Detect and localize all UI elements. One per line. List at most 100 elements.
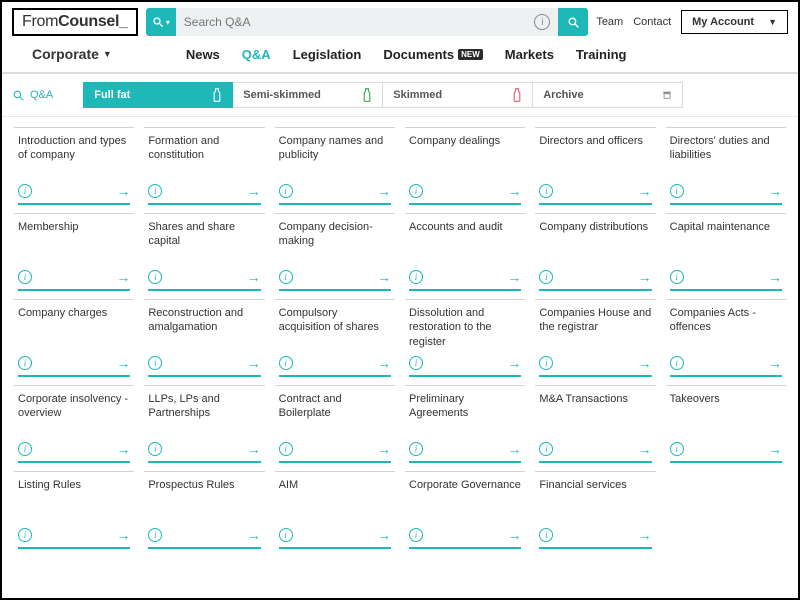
breadcrumb[interactable]: Q&A [12,89,53,102]
info-icon[interactable]: i [279,184,293,198]
card-underline [279,461,391,463]
info-icon[interactable]: i [279,270,293,284]
info-icon[interactable]: i [279,356,293,370]
topic-card[interactable]: Compulsory acquisition of sharesi → [275,299,395,377]
card-underline [670,375,782,377]
topic-card[interactable]: Company dealingsi→ [405,127,525,205]
topic-card[interactable]: Dissolution and restoration to the regis… [405,299,525,377]
nav-item-label: Legislation [293,47,362,62]
topic-card[interactable]: Membershipi→ [14,213,134,291]
card-title: Capital maintenance [670,220,782,269]
info-icon[interactable]: i [670,270,684,284]
nav-primary-dropdown[interactable]: Corporate ▼ [32,46,112,62]
topic-card[interactable]: Corporate insolvency - overviewi→ [14,385,134,463]
topic-card[interactable]: LLPs, LPs and Partnershipsi→ [144,385,264,463]
topic-cards-grid: Introduction and types of companyi→Forma… [2,117,798,559]
info-icon[interactable]: i [148,270,162,284]
topic-card[interactable]: Prospectus Rulesi→ [144,471,264,549]
topic-card[interactable]: Companies House and the registrari→ [535,299,655,377]
info-icon[interactable]: i [148,528,162,542]
info-icon[interactable]: i [409,270,423,284]
topic-card[interactable]: Company names and publicityi→ [275,127,395,205]
account-label: My Account [692,16,754,28]
info-icon[interactable]: i [148,356,162,370]
arrow-right-icon: → [377,355,391,371]
topic-card[interactable]: AIMi→ [275,471,395,549]
topic-card[interactable]: M&A Transactionsi→ [535,385,655,463]
tab-semi-skimmed[interactable]: Semi-skimmed [233,82,383,108]
info-icon[interactable]: i [670,442,684,456]
info-icon[interactable]: i [148,184,162,198]
topic-card[interactable]: Company distributionsi→ [535,213,655,291]
topic-card[interactable]: Listing Rulesi→ [14,471,134,549]
card-title: AIM [279,478,391,527]
topic-card[interactable]: Introduction and types of companyi→ [14,127,134,205]
logo-part1: From [22,13,58,31]
tab-full-fat[interactable]: Full fat [83,82,233,108]
topic-card[interactable]: Companies Acts - offencesi→ [666,299,786,377]
topic-card[interactable]: Takeoversi→ [666,385,786,463]
nav-item-markets[interactable]: Markets [505,47,554,62]
card-title: Companies House and the registrar [539,306,651,355]
bottle-icon [512,88,522,102]
topic-card[interactable]: Company chargesi→ [14,299,134,377]
account-button[interactable]: My Account ▼ [681,10,788,34]
info-icon[interactable]: i [539,270,553,284]
card-underline [539,461,651,463]
search-help-icon[interactable]: i [534,14,550,30]
nav-item-news[interactable]: News [186,47,220,62]
info-icon[interactable]: i [670,184,684,198]
info-icon[interactable]: i [409,528,423,542]
nav-item-legislation[interactable]: Legislation [293,47,362,62]
info-icon[interactable]: i [18,270,32,284]
topic-card[interactable]: Capital maintenancei→ [666,213,786,291]
card-underline [148,375,260,377]
info-icon[interactable]: i [18,528,32,542]
nav-item-documents[interactable]: DocumentsNEW [383,47,482,62]
info-icon[interactable]: i [279,528,293,542]
info-icon[interactable]: i [18,356,32,370]
topic-card[interactable]: Formation and constitutioni→ [144,127,264,205]
topic-card[interactable]: Directors' duties and liabilitiesi→ [666,127,786,205]
contact-link[interactable]: Contact [633,16,671,28]
nav-item-training[interactable]: Training [576,47,627,62]
info-icon[interactable]: i [148,442,162,456]
arrow-right-icon: → [247,183,261,199]
tab-skimmed[interactable]: Skimmed [383,82,533,108]
card-underline [409,547,521,549]
topic-card[interactable]: Accounts and auditi→ [405,213,525,291]
info-icon[interactable]: i [18,184,32,198]
info-icon[interactable]: i [409,442,423,456]
topic-card[interactable]: Shares and share capitali→ [144,213,264,291]
tab-archive[interactable]: Archive [533,82,683,108]
topic-card[interactable]: Reconstruction and amalgamationi→ [144,299,264,377]
info-icon[interactable]: i [670,356,684,370]
topic-card[interactable]: Financial servicesi→ [535,471,655,549]
card-title: Reconstruction and amalgamation [148,306,260,355]
info-icon[interactable]: i [409,356,423,370]
info-icon[interactable]: i [539,356,553,370]
nav-item-qa[interactable]: Q&A [242,47,271,62]
card-title: Compulsory acquisition of shares [279,306,391,355]
logo[interactable]: FromCounsel_ [12,8,138,36]
nav-item-label: Documents [383,47,454,62]
topic-card[interactable]: Directors and officersi→ [535,127,655,205]
topic-card[interactable]: Contract and Boilerplatei→ [275,385,395,463]
search-input[interactable] [176,15,535,29]
search-submit-button[interactable] [558,8,588,36]
info-icon[interactable]: i [539,184,553,198]
nav-primary-label: Corporate [32,46,99,62]
info-icon[interactable]: i [539,528,553,542]
arrow-right-icon: → [638,527,652,543]
info-icon[interactable]: i [18,442,32,456]
search-bar: ▾ i [146,8,589,36]
team-link[interactable]: Team [596,16,623,28]
search-scope-button[interactable]: ▾ [146,8,176,36]
topic-card[interactable]: Corporate Governancei→ [405,471,525,549]
topic-card[interactable]: Preliminary Agreementsi→ [405,385,525,463]
info-icon[interactable]: i [539,442,553,456]
topic-card[interactable]: Company decision-makingi→ [275,213,395,291]
info-icon[interactable]: i [279,442,293,456]
info-icon[interactable]: i [409,184,423,198]
card-title: M&A Transactions [539,392,651,441]
